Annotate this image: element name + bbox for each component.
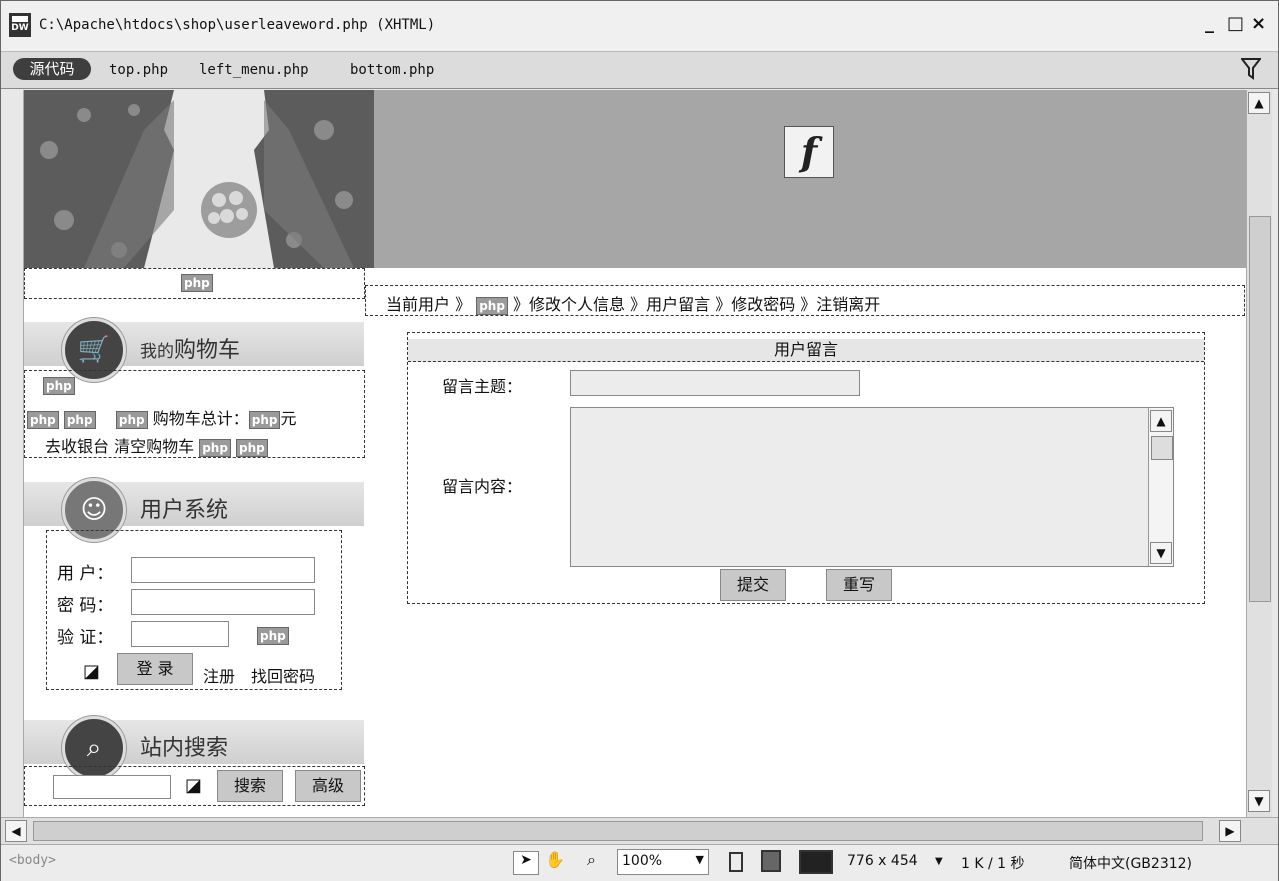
verify-code-input[interactable] xyxy=(131,621,229,647)
flash-icon: f xyxy=(784,126,834,178)
minimize-button[interactable]: _ xyxy=(1205,13,1214,34)
vertical-scrollbar[interactable]: ▲ ▼ xyxy=(1246,90,1272,817)
password-label: 密 码： xyxy=(57,596,114,616)
form-title: 用户留言 xyxy=(408,339,1204,362)
register-link[interactable]: 注册 xyxy=(203,663,235,687)
cart-section-header: 🛒 我的购物车 xyxy=(24,318,364,382)
user-label: 用 户： xyxy=(57,564,114,584)
chevron-down-icon[interactable]: ▼ xyxy=(935,856,943,867)
reset-button[interactable]: 重写 xyxy=(826,569,892,601)
design-view: f php 🛒 我的购物车 php php php php 购物车总计： php 元… xyxy=(23,90,1246,817)
checkout-link[interactable]: 去收银台 xyxy=(45,437,109,456)
scroll-left-icon[interactable]: ◀ xyxy=(5,820,27,842)
breadcrumb: 当前用户 》 php 》修改个人信息 》用户留言 》修改密码 》注销离开 xyxy=(365,285,1245,316)
scroll-down-icon[interactable]: ▼ xyxy=(1150,542,1172,564)
content-textarea[interactable]: ▲ ▼ xyxy=(570,407,1174,567)
window-size-large-icon[interactable] xyxy=(799,850,833,874)
subject-input[interactable] xyxy=(570,370,860,396)
cart-title-small: 我的 xyxy=(140,342,174,362)
php-tag-icon: php xyxy=(257,627,289,645)
related-file-top[interactable]: top.php xyxy=(109,62,168,78)
subject-label: 留言主题： xyxy=(442,377,523,396)
app-icon: DW xyxy=(9,13,31,37)
close-button[interactable]: × xyxy=(1251,13,1266,34)
form-element-icon: ◪ xyxy=(83,661,101,682)
php-tag-icon: php xyxy=(476,296,508,315)
title-bar: DW C:\Apache\htdocs\shop\userleaveword.p… xyxy=(1,1,1278,52)
cart-actions-row: 去收银台 清空购物车 php php xyxy=(45,433,268,457)
zoom-value: 100% xyxy=(622,853,663,869)
scroll-down-icon[interactable]: ▼ xyxy=(1248,790,1270,812)
textarea-scrollbar[interactable]: ▲ ▼ xyxy=(1148,408,1173,566)
cart-total-unit: 元 xyxy=(280,409,297,428)
cart-title: 购物车 xyxy=(174,338,241,363)
breadcrumb-links[interactable]: 》修改个人信息 》用户留言 》修改密码 》注销离开 xyxy=(513,295,880,314)
login-button[interactable]: 登 录 xyxy=(117,653,193,685)
recover-password-link[interactable]: 找回密码 xyxy=(251,663,315,687)
php-tag-icon: php xyxy=(236,438,268,457)
maximize-button[interactable]: □ xyxy=(1227,13,1244,34)
status-bar: <body> ➤ ✋ ⌕ 100% ▼ 776 x 454 ▼ 1 K / 1 … xyxy=(1,844,1278,881)
cart-total-label: 购物车总计： xyxy=(152,409,249,428)
php-tag-icon: php xyxy=(199,438,231,457)
breadcrumb-current-user: 当前用户 》 xyxy=(386,295,472,314)
pointer-tool-icon[interactable]: ➤ xyxy=(513,851,539,875)
horizontal-scrollbar[interactable]: ◀ ▶ xyxy=(1,817,1278,844)
submit-button[interactable]: 提交 xyxy=(720,569,786,601)
tag-selector[interactable]: <body> xyxy=(9,853,56,868)
user-section-header: ☺ 用户系统 xyxy=(24,478,364,542)
search-input[interactable] xyxy=(53,775,171,799)
window-title: C:\Apache\htdocs\shop\userleaveword.php … xyxy=(39,17,436,33)
scroll-thumb[interactable] xyxy=(1249,216,1271,602)
search-section-header: ⌕ 站内搜索 xyxy=(24,716,364,780)
scroll-up-icon[interactable]: ▲ xyxy=(1248,92,1270,114)
username-input[interactable] xyxy=(131,557,315,583)
php-tag-icon: php xyxy=(248,410,281,429)
scroll-thumb[interactable] xyxy=(1151,436,1173,460)
cart-total-row: php php php 购物车总计： php 元 xyxy=(27,405,297,429)
php-tag-icon: php xyxy=(43,377,75,395)
search-button[interactable]: 搜索 xyxy=(217,770,283,802)
download-time: 1 K / 1 秒 xyxy=(961,856,1025,872)
php-tag-icon: php xyxy=(27,410,59,429)
site-search-title: 站内搜索 xyxy=(140,736,229,761)
php-tag-icon: php xyxy=(115,410,148,429)
zoom-tool-icon[interactable]: ⌕ xyxy=(587,850,596,870)
related-files-bar: 源代码 top.php left_menu.php bottom.php xyxy=(1,52,1278,89)
php-tag-icon: php xyxy=(63,410,96,429)
encoding: 简体中文(GB2312) xyxy=(1069,856,1193,872)
form-element-icon: ◪ xyxy=(185,775,203,796)
hand-tool-icon[interactable]: ✋ xyxy=(545,850,565,869)
user-system-title: 用户系统 xyxy=(140,498,229,523)
window-size-small-icon[interactable] xyxy=(729,852,743,872)
clear-cart-link[interactable]: 清空购物车 xyxy=(114,437,194,456)
window-size-medium-icon[interactable] xyxy=(761,850,781,872)
verify-label: 验 证： xyxy=(57,628,114,648)
related-file-bottom[interactable]: bottom.php xyxy=(350,62,434,78)
flash-banner-placeholder: f xyxy=(374,90,1246,268)
password-input[interactable] xyxy=(131,589,315,615)
window-size-readout[interactable]: 776 x 454 xyxy=(847,853,918,869)
bride-banner-image xyxy=(24,90,374,268)
search-form: ◪ 搜索 高级 xyxy=(24,766,365,806)
scroll-right-icon[interactable]: ▶ xyxy=(1219,820,1241,842)
scroll-up-icon[interactable]: ▲ xyxy=(1150,410,1172,432)
content-label: 留言内容： xyxy=(442,477,523,496)
message-form: 用户留言 留言主题： 留言内容： ▲ ▼ 提交 重写 xyxy=(407,332,1205,604)
dreamweaver-window: DW C:\Apache\htdocs\shop\userleaveword.p… xyxy=(0,0,1279,881)
login-form: 用 户： 密 码： 验 证： php ◪ 登 录 注册 找回密码 xyxy=(46,530,342,690)
scroll-thumb[interactable] xyxy=(33,821,1203,841)
advanced-search-button[interactable]: 高级 xyxy=(295,770,361,802)
php-tag-icon: php xyxy=(181,274,213,292)
filter-icon[interactable] xyxy=(1239,57,1263,87)
source-code-button[interactable]: 源代码 xyxy=(13,58,91,80)
chevron-down-icon: ▼ xyxy=(695,853,704,866)
left-php-row: php xyxy=(24,268,365,299)
cart-summary-area: php php php php 购物车总计： php 元 去收银台 清空购物车 ph… xyxy=(24,370,365,458)
zoom-select[interactable]: 100% ▼ xyxy=(617,849,709,875)
related-file-left-menu[interactable]: left_menu.php xyxy=(199,62,309,78)
